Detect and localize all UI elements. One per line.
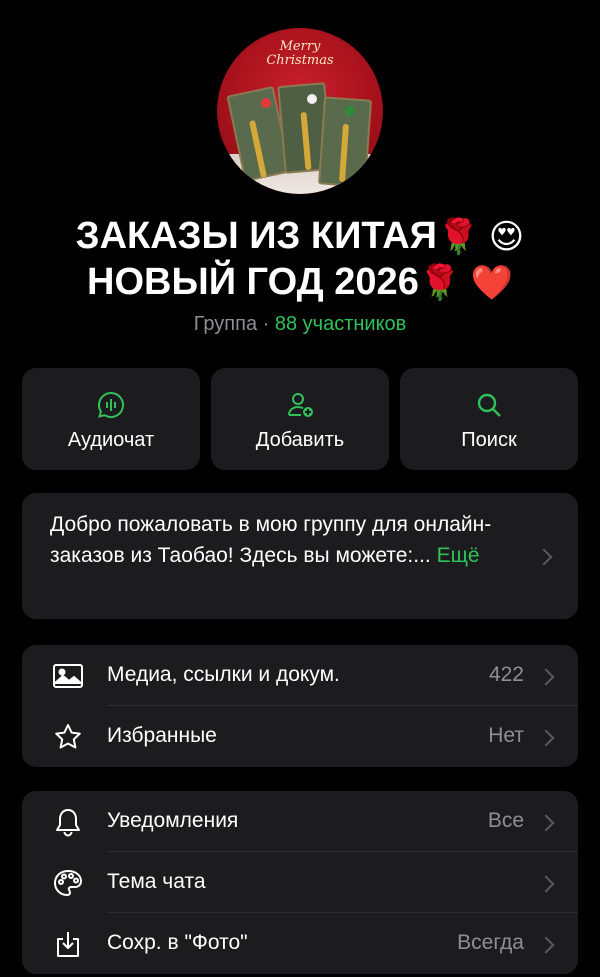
chevron-right-icon: [537, 814, 555, 832]
more-link[interactable]: Ещё: [437, 544, 480, 567]
favorites-label: Избранные: [107, 724, 217, 747]
group-type: Группа ·: [193, 313, 275, 335]
title-text: ЗАКАЗЫ ИЗ КИТАЯ: [75, 215, 437, 257]
chevron-right-icon: [537, 668, 555, 686]
add-member-button[interactable]: Добавить: [211, 368, 389, 470]
search-icon: [477, 393, 501, 417]
notifications-label: Уведомления: [107, 809, 239, 832]
description-text: Добро пожаловать в мою группу для онлайн…: [50, 509, 520, 571]
add-member-label: Добавить: [255, 429, 345, 451]
members-count-link[interactable]: 88 участников: [275, 313, 406, 335]
title-emoji: 🌹 😍: [436, 218, 525, 256]
favorites-value: Нет: [488, 724, 524, 747]
favorites-row[interactable]: Избранные Нет: [22, 706, 578, 767]
ornament: [261, 98, 271, 108]
group-avatar[interactable]: Merry Christmas: [217, 28, 383, 194]
group-title-line2: НОВЫЙ ГОД 2026🌹 ❤️: [0, 259, 600, 306]
audio-chat-label: Аудиочат: [67, 429, 155, 451]
ornament: [307, 94, 317, 104]
notifications-value: Все: [487, 809, 524, 832]
group-subtitle: Группа · 88 участников: [0, 313, 600, 336]
audio-chat-button[interactable]: Аудиочат: [22, 368, 200, 470]
avatar-caption: Merry Christmas: [217, 40, 383, 68]
save-to-photos-label: Сохр. в "Фото": [107, 931, 248, 954]
ornament: [345, 106, 355, 116]
save-to-photos-row[interactable]: Сохр. в "Фото" Всегда: [22, 913, 578, 974]
avatar-caption-line1: Merry: [279, 39, 321, 54]
chevron-right-icon: [537, 936, 555, 954]
chat-theme-row[interactable]: Тема чата: [22, 852, 578, 913]
chevron-right-icon: [537, 729, 555, 747]
save-to-photos-icon: [57, 932, 79, 957]
media-icon: [53, 664, 83, 688]
media-section: Медиа, ссылки и докум. 422 Избранные Нет: [22, 645, 578, 767]
group-description[interactable]: Добро пожаловать в мою группу для онлайн…: [22, 493, 578, 619]
save-to-photos-value: Всегда: [457, 931, 524, 954]
add-member-icon: [288, 393, 313, 417]
group-title-line1: ЗАКАЗЫ ИЗ КИТАЯ🌹 😍: [0, 213, 600, 260]
palette-icon: [53, 869, 83, 897]
chat-theme-label: Тема чата: [107, 870, 206, 893]
search-button[interactable]: Поиск: [400, 368, 578, 470]
star-icon: [55, 724, 81, 749]
title-emoji: 🌹 ❤️: [418, 264, 513, 302]
description-body: Добро пожаловать в мою группу для онлайн…: [50, 513, 492, 567]
media-count: 422: [488, 663, 524, 686]
chevron-right-icon: [537, 875, 555, 893]
settings-section: Уведомления Все Тема чата Сохр. в "Фото"…: [22, 791, 578, 974]
bell-icon: [56, 809, 80, 837]
audio-chat-icon: [98, 391, 125, 418]
avatar-caption-line2: Christmas: [266, 53, 334, 68]
title-text: НОВЫЙ ГОД 2026: [87, 261, 419, 303]
media-row[interactable]: Медиа, ссылки и докум. 422: [22, 645, 578, 706]
notifications-row[interactable]: Уведомления Все: [22, 791, 578, 852]
search-label: Поиск: [461, 429, 517, 451]
media-label: Медиа, ссылки и докум.: [107, 663, 340, 686]
